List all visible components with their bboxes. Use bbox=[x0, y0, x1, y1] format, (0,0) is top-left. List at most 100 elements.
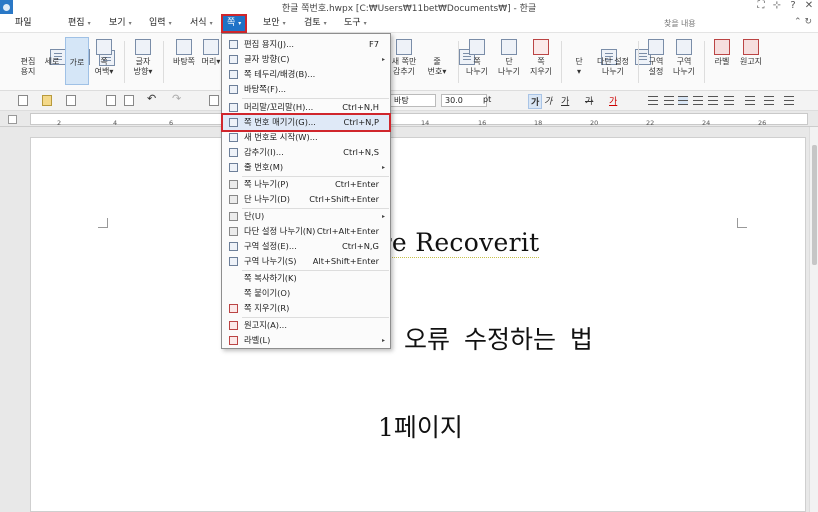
section-settings-button[interactable]: 구역 설정 bbox=[644, 39, 668, 77]
ruler-tick: 2 bbox=[57, 119, 62, 127]
section-break-icon bbox=[229, 257, 238, 266]
menu-review[interactable]: 검토 ▾ bbox=[304, 16, 327, 31]
menu-item-label[interactable]: 라벨(L) ▸ bbox=[223, 333, 389, 348]
tab-type-icon[interactable] bbox=[8, 115, 17, 124]
header-button[interactable]: 머리▾ bbox=[200, 39, 222, 67]
edit-paper-button[interactable]: 편집 용지 bbox=[16, 39, 66, 77]
menu-item-text-direction[interactable]: 글자 방향(C) ▸ bbox=[223, 52, 389, 67]
delete-page-icon bbox=[533, 39, 549, 55]
menu-item-multi-column-break[interactable]: 다단 설정 나누기(N) Ctrl+Alt+Enter bbox=[223, 224, 389, 239]
menu-item-master-page[interactable]: 바탕쪽(F)... bbox=[223, 82, 389, 97]
ribbon-toggle-icons[interactable]: ⌃ ↻ bbox=[794, 17, 812, 27]
align-distribute-icon[interactable] bbox=[708, 96, 718, 105]
column-break-button[interactable]: 단 나누기 bbox=[497, 39, 521, 77]
save-icon[interactable] bbox=[66, 95, 76, 106]
columns-button[interactable]: 단 ▾ bbox=[567, 39, 617, 77]
menu-file[interactable]: 파일 bbox=[15, 16, 32, 31]
scrollbar-thumb[interactable] bbox=[812, 145, 817, 265]
section-break-icon bbox=[676, 39, 692, 55]
landscape-button[interactable]: 가로 bbox=[65, 37, 115, 85]
preview-icon[interactable] bbox=[124, 95, 134, 106]
horizontal-ruler[interactable]: 2 4 6 8 10 12 14 16 18 20 22 24 26 bbox=[30, 113, 808, 127]
search-input[interactable] bbox=[664, 17, 784, 30]
line-number-icon bbox=[229, 163, 238, 172]
font-color-button[interactable]: 가 bbox=[609, 94, 617, 107]
italic-button[interactable]: 가 bbox=[544, 94, 552, 107]
menu-tools[interactable]: 도구 ▾ bbox=[344, 16, 367, 31]
bold-button[interactable]: 가 bbox=[528, 94, 543, 109]
text-direction-icon bbox=[229, 55, 238, 64]
line-number-button[interactable]: 줄 번호▾ bbox=[425, 39, 475, 77]
hide-new-page-button[interactable]: 새 쪽만 감추기 bbox=[390, 39, 418, 77]
menu-item-page-border[interactable]: 쪽 테두리/배경(B)... bbox=[223, 67, 389, 82]
font-size-unit[interactable]: pt bbox=[480, 94, 504, 107]
line-spacing-icon[interactable] bbox=[745, 96, 755, 105]
document-area: hare Recoverit 오류 수정하는 법 1페이지 bbox=[0, 127, 818, 512]
menu-insert[interactable]: 입력 ▾ bbox=[149, 16, 172, 31]
align-split-icon[interactable] bbox=[724, 96, 734, 105]
ribbon-divider bbox=[163, 41, 164, 83]
menu-format[interactable]: 서식 ▾ bbox=[190, 16, 213, 31]
section-break-button[interactable]: 구역 나누기 bbox=[672, 39, 696, 77]
menu-item-header-footer[interactable]: 머리말/꼬리말(H)... Ctrl+N,H bbox=[223, 100, 389, 115]
delete-page-button[interactable]: 쪽 지우기 bbox=[529, 39, 553, 77]
outdent-icon[interactable] bbox=[784, 96, 794, 105]
menu-item-new-numbering[interactable]: 새 번호로 시작(W)... bbox=[223, 130, 389, 145]
master-page-button[interactable]: 바탕쪽 bbox=[170, 39, 198, 67]
menu-page[interactable]: 쪽 ▾ bbox=[220, 14, 248, 33]
document-page[interactable]: hare Recoverit 오류 수정하는 법 1페이지 bbox=[30, 137, 806, 512]
help-icon[interactable]: ? bbox=[788, 0, 798, 11]
underline-button[interactable]: 가 bbox=[561, 94, 569, 107]
document-text-line[interactable]: 오류 수정하는 법 bbox=[404, 320, 593, 356]
portrait-button[interactable]: 세로 bbox=[40, 39, 90, 67]
vertical-scrollbar[interactable] bbox=[809, 127, 818, 512]
align-center-icon[interactable] bbox=[678, 96, 688, 105]
menu-item-copy-page[interactable]: 쪽 복사하기(K) bbox=[223, 271, 389, 286]
menu-item-page-numbering[interactable]: 쪽 번호 매기기(G)... Ctrl+N,P bbox=[221, 113, 391, 132]
page-margin-button[interactable]: 쪽 여백▾ bbox=[92, 39, 116, 77]
align-left-icon[interactable] bbox=[664, 96, 674, 105]
print-icon[interactable] bbox=[106, 95, 116, 106]
document-text-line[interactable]: 1페이지 bbox=[378, 408, 463, 444]
new-document-icon[interactable] bbox=[18, 95, 28, 106]
align-right-icon[interactable] bbox=[693, 96, 703, 105]
manuscript-icon bbox=[743, 39, 759, 55]
menu-item-page-break[interactable]: 쪽 나누기(P) Ctrl+Enter bbox=[223, 177, 389, 192]
menu-item-delete-page[interactable]: 쪽 지우기(R) bbox=[223, 301, 389, 316]
section-settings-icon bbox=[648, 39, 664, 55]
menu-item-edit-paper[interactable]: 편집 용지(J)... F7 bbox=[223, 37, 389, 52]
indent-icon[interactable] bbox=[764, 96, 774, 105]
align-justify-icon[interactable] bbox=[648, 96, 658, 105]
menu-view[interactable]: 보기 ▾ bbox=[109, 16, 132, 31]
style-icon[interactable] bbox=[209, 95, 219, 106]
menu-security[interactable]: 보안 ▾ bbox=[263, 16, 286, 31]
label-button[interactable]: 라벨 bbox=[710, 39, 734, 67]
manuscript-button[interactable]: 원고지 bbox=[737, 39, 765, 67]
menu-item-columns[interactable]: 단(U) ▸ bbox=[223, 209, 389, 224]
fullscreen-icon[interactable]: ⛶ bbox=[756, 0, 766, 11]
open-folder-icon[interactable] bbox=[42, 95, 52, 106]
multi-column-break-button[interactable]: 다단 설정 나누기 bbox=[594, 39, 651, 77]
submenu-arrow-icon: ▸ bbox=[381, 56, 385, 63]
text-direction-button[interactable]: 글자 방향▾ bbox=[131, 39, 155, 77]
submenu-arrow-icon: ▸ bbox=[381, 164, 385, 171]
strikethrough-button[interactable]: 가 bbox=[585, 94, 593, 107]
menu-item-line-number[interactable]: 줄 번호(M) ▸ bbox=[223, 160, 389, 175]
chevron-down-icon: ▾ bbox=[87, 20, 91, 27]
font-select[interactable]: 바탕 bbox=[390, 94, 436, 107]
ribbon-divider bbox=[704, 41, 705, 83]
menu-item-paste-page[interactable]: 쪽 붙이기(O) bbox=[223, 286, 389, 301]
menu-item-column-break[interactable]: 단 나누기(D) Ctrl+Shift+Enter bbox=[223, 192, 389, 207]
menu-edit[interactable]: 편집 ▾ bbox=[68, 16, 91, 31]
undo-icon[interactable]: ↶ bbox=[147, 92, 156, 105]
menu-item-hide[interactable]: 감추기(I)... Ctrl+N,S bbox=[223, 145, 389, 160]
menu-item-manuscript[interactable]: 원고지(A)... bbox=[223, 318, 389, 333]
pin-icon[interactable]: ⊹ bbox=[772, 0, 782, 11]
close-icon[interactable]: ✕ bbox=[804, 0, 814, 11]
ruler-tick: 26 bbox=[758, 119, 767, 127]
text-direction-icon bbox=[135, 39, 151, 55]
menu-item-section-settings[interactable]: 구역 설정(E)... Ctrl+N,G bbox=[223, 239, 389, 254]
menu-item-section-break[interactable]: 구역 나누기(S) Alt+Shift+Enter bbox=[223, 254, 389, 269]
redo-icon[interactable]: ↷ bbox=[172, 92, 181, 105]
page-break-button[interactable]: 쪽 나누기 bbox=[465, 39, 489, 77]
